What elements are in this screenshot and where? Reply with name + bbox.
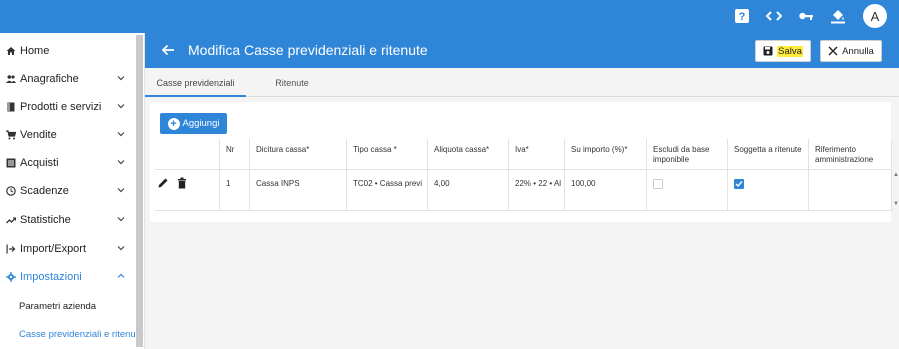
sidebar-item-label: Home bbox=[20, 45, 50, 57]
column-header-aliquota: Aliquota cassa* bbox=[427, 139, 508, 169]
add-button[interactable]: + Aggiungi bbox=[160, 113, 227, 134]
floppy-disk-icon bbox=[763, 46, 773, 56]
import-icon bbox=[6, 244, 16, 254]
casse-table: Nr Dicitura cassa* Tipo cassa * Aliquota… bbox=[155, 139, 899, 212]
table-panel: + Aggiungi Nr Dicitura cassa* Tipo cassa… bbox=[150, 102, 899, 222]
main-content: + Aggiungi Nr Dicitura cassa* Tipo cassa… bbox=[145, 97, 899, 349]
cell-escludi bbox=[646, 170, 727, 210]
sidebar-item-label: Statistiche bbox=[20, 214, 71, 226]
sidebar-item-label: Scadenze bbox=[20, 185, 69, 197]
cell-aliquota[interactable]: 4,00 bbox=[427, 170, 508, 210]
edit-pencil-icon[interactable] bbox=[157, 177, 169, 189]
sidebar-item-label: Prodotti e servizi bbox=[20, 101, 102, 113]
check-icon bbox=[735, 181, 743, 188]
paint-bucket-icon[interactable] bbox=[829, 7, 847, 25]
cancel-button-label: Annulla bbox=[842, 45, 874, 57]
sidebar-item-label: Vendite bbox=[20, 129, 57, 141]
chevron-down-icon bbox=[117, 76, 125, 81]
page-header: Modifica Casse previdenziali e ritenute … bbox=[145, 33, 899, 68]
column-header-tipo: Tipo cassa * bbox=[346, 139, 427, 169]
scroll-up-arrow-icon[interactable]: ▲ bbox=[892, 172, 899, 180]
add-circle-icon: + bbox=[167, 117, 180, 130]
column-header-dicitura: Dicitura cassa* bbox=[249, 139, 346, 169]
chevron-up-icon bbox=[117, 273, 125, 278]
chevron-down-icon bbox=[117, 246, 125, 251]
sidebar: Home Anagrafiche Prodotti e servizi Vend… bbox=[0, 33, 145, 349]
sidebar-item-prodotti[interactable]: Prodotti e servizi bbox=[0, 93, 135, 121]
key-icon[interactable] bbox=[797, 7, 815, 25]
sidebar-subitem-parametri-azienda[interactable]: Parametri azienda bbox=[19, 301, 96, 312]
book-icon bbox=[6, 102, 16, 112]
trend-icon bbox=[6, 215, 16, 225]
sidebar-scrollbar[interactable] bbox=[136, 35, 143, 347]
chevron-down-icon bbox=[117, 160, 125, 165]
sidebar-item-home[interactable]: Home bbox=[0, 37, 135, 65]
sidebar-item-label: Anagrafiche bbox=[20, 73, 79, 85]
code-icon[interactable] bbox=[765, 7, 783, 25]
help-icon[interactable]: ? bbox=[733, 7, 751, 25]
page-title: Modifica Casse previdenziali e ritenute bbox=[188, 42, 428, 58]
cancel-button[interactable]: Annulla bbox=[820, 40, 882, 62]
column-header-nr: Nr bbox=[219, 139, 249, 169]
cell-soggetta bbox=[727, 170, 808, 210]
close-icon bbox=[828, 46, 838, 56]
svg-text:?: ? bbox=[739, 11, 746, 23]
cell-dicitura[interactable]: Cassa INPS bbox=[249, 170, 346, 210]
cart-icon bbox=[6, 130, 16, 140]
tab-casse-previdenziali[interactable]: Casse previdenziali bbox=[145, 68, 246, 97]
chevron-down-icon bbox=[117, 132, 125, 137]
escludi-checkbox[interactable] bbox=[653, 179, 663, 189]
sidebar-subitem-casse-previdenziali[interactable]: Casse previdenziali e ritenute bbox=[19, 329, 144, 340]
row-actions bbox=[155, 170, 219, 210]
home-icon bbox=[6, 46, 16, 56]
app-bar-actions: ? A bbox=[733, 3, 887, 29]
sidebar-item-label: Import/Export bbox=[20, 243, 87, 255]
sidebar-item-scadenze[interactable]: Scadenze bbox=[0, 177, 135, 205]
list-icon bbox=[6, 158, 16, 168]
app-bar: ? A bbox=[0, 0, 899, 33]
add-button-label: Aggiungi bbox=[182, 118, 220, 129]
column-header-soggetta: Soggetta a ritenute bbox=[727, 139, 808, 169]
sidebar-item-vendite[interactable]: Vendite bbox=[0, 121, 135, 149]
sidebar-item-acquisti[interactable]: Acquisti bbox=[0, 149, 135, 177]
people-icon bbox=[6, 74, 16, 84]
cell-su-importo[interactable]: 100,00 bbox=[564, 170, 646, 210]
cell-nr: 1 bbox=[219, 170, 249, 210]
avatar[interactable]: A bbox=[863, 4, 887, 28]
column-header-iva: Iva* bbox=[508, 139, 564, 169]
sidebar-item-statistiche[interactable]: Statistiche bbox=[0, 206, 135, 234]
sidebar-item-import-export[interactable]: Import/Export bbox=[0, 235, 135, 263]
cell-iva[interactable]: 22% • 22 • Al bbox=[508, 170, 564, 210]
column-header-su-importo: Su importo (%)* bbox=[564, 139, 646, 169]
cell-riferimento[interactable] bbox=[808, 170, 892, 210]
sidebar-item-label: Impostazioni bbox=[20, 271, 82, 283]
column-header-actions bbox=[155, 139, 219, 169]
row-divider bbox=[155, 210, 892, 211]
save-button-label: Salva bbox=[777, 45, 803, 57]
chevron-down-icon bbox=[117, 217, 125, 222]
back-arrow-icon[interactable] bbox=[161, 43, 175, 57]
sidebar-item-impostazioni[interactable]: Impostazioni bbox=[0, 263, 135, 291]
clock-icon bbox=[6, 186, 16, 196]
sidebar-item-anagrafiche[interactable]: Anagrafiche bbox=[0, 65, 135, 93]
tab-ritenute[interactable]: Ritenute bbox=[246, 68, 338, 97]
scroll-down-arrow-icon[interactable]: ▼ bbox=[892, 201, 899, 209]
tab-bar: Casse previdenziali Ritenute bbox=[145, 68, 899, 97]
column-header-riferimento: Riferimento amministrazione bbox=[808, 139, 892, 169]
sidebar-item-label: Acquisti bbox=[20, 157, 59, 169]
cell-tipo[interactable]: TC02 • Cassa previ bbox=[346, 170, 427, 210]
delete-trash-icon[interactable] bbox=[177, 177, 187, 189]
chevron-down-icon bbox=[117, 104, 125, 109]
chevron-down-icon bbox=[117, 188, 125, 193]
soggetta-checkbox[interactable] bbox=[734, 179, 744, 189]
save-button[interactable]: Salva bbox=[755, 40, 811, 62]
gear-icon bbox=[6, 272, 16, 282]
column-header-escludi: Escludi da base imponibile bbox=[646, 139, 727, 169]
